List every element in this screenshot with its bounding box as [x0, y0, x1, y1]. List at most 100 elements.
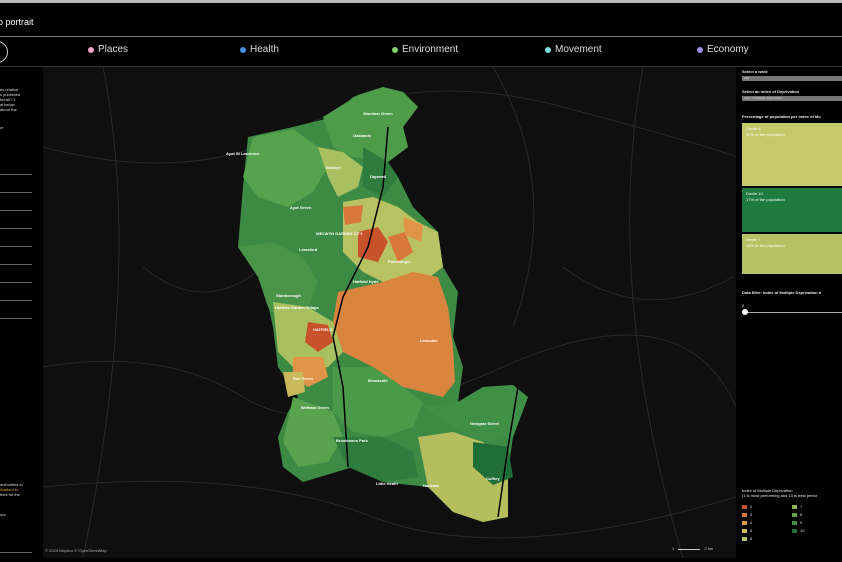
legend-label: 2 [750, 504, 753, 509]
decile-bar[interactable]: Decile 10 17% of the population [742, 188, 842, 232]
economy-dot-icon [697, 46, 703, 53]
legend-swatch [792, 504, 797, 509]
legend-item: 7 [792, 504, 802, 509]
tab-movement[interactable]: Movement [545, 44, 602, 55]
tab-economy-label: Economy [707, 44, 749, 55]
tab-places-label: Places [98, 44, 129, 55]
decile-slider-handle[interactable] [742, 309, 748, 315]
slider-min-label: 2 [742, 303, 745, 308]
legend-item: 4 [742, 520, 752, 525]
places-dot-icon [88, 46, 94, 53]
app-header: o portrait [0, 0, 842, 37]
ward-select-label: Select a ward [742, 69, 768, 74]
decile-bar-label: Decile 10 [746, 191, 763, 196]
decile-bar-sub: 15% of the population [746, 243, 785, 248]
legend-label: 9 [800, 520, 803, 525]
tab-economy[interactable]: Economy [697, 44, 749, 55]
topic-nav: Places Health Environment Movement Econo… [0, 38, 842, 67]
place-label: HATFIELD [313, 327, 333, 332]
divider [0, 210, 32, 211]
left-info-panel: es relative s published break? 1 al belo… [0, 67, 42, 562]
map-canvas[interactable]: Woolmer Green Oaklands Ayot St Lawrence … [43, 67, 736, 558]
ward-select[interactable]: (all) [742, 76, 842, 81]
legend-label: 10 [800, 528, 805, 533]
place-label: Roe Green [293, 376, 314, 381]
legend-item: 9 [792, 520, 802, 525]
decile-bar-label: Decile 7 [746, 237, 761, 242]
legend-label: 7 [800, 504, 803, 509]
tab-health[interactable]: Health [240, 44, 279, 55]
legend-swatch [742, 528, 747, 533]
scale-right-label: 2 km [704, 546, 714, 551]
legend-label: 5 [750, 528, 753, 533]
place-label: Newgate Street [470, 421, 500, 426]
scale-left-label: 1 [672, 546, 675, 551]
app-title: o portrait [0, 17, 34, 27]
divider [0, 192, 32, 193]
place-label: Lemsden [420, 338, 438, 343]
place-label: Brookside [368, 378, 388, 383]
legend-item: 6 [742, 536, 752, 541]
decile-bar[interactable]: Decile 8 32% of the population [742, 123, 842, 186]
place-label: Northaw [423, 483, 440, 488]
legend-swatch [792, 512, 797, 517]
place-label: Cuffley [486, 476, 500, 481]
divider [0, 264, 32, 265]
place-label: Digswell [370, 174, 386, 179]
divider [0, 174, 32, 175]
legend-label: 3 [750, 512, 753, 517]
index-select-label: Select an Index of Deprivation [742, 89, 800, 94]
place-label: Oaklands [353, 133, 372, 138]
tab-health-label: Health [250, 44, 279, 55]
place-label: Stanborough [276, 293, 301, 298]
divider [0, 282, 32, 283]
intro-line: about the [0, 107, 17, 112]
home-button[interactable] [0, 41, 8, 63]
slider-label: Data filter: Index of Multiple Deprivati… [742, 290, 822, 295]
place-label: Woolmer Green [363, 111, 393, 116]
legend-label: 4 [750, 520, 753, 525]
tab-environment[interactable]: Environment [392, 44, 458, 55]
legend-swatch [742, 504, 747, 509]
right-filter-panel: Select a ward (all) Select an Index of D… [740, 67, 842, 562]
legend-item: 8 [792, 512, 802, 517]
area-wgc-decile-3b[interactable] [343, 205, 363, 225]
scale-bar [678, 549, 701, 550]
legend-item: 2 [742, 504, 752, 509]
footnote-line: tries for the [0, 492, 21, 497]
decile-slider-track[interactable] [742, 312, 842, 313]
divider [0, 246, 32, 247]
legend-swatch [792, 528, 797, 533]
legend-label: 8 [800, 512, 803, 517]
legend-swatch [792, 520, 797, 525]
map-scale: 1 2 km [672, 546, 713, 551]
place-label: Ayot St Lawrence [226, 151, 260, 156]
place-label: Little Heath [376, 481, 398, 486]
decile-bar-label: Decile 8 [746, 126, 761, 131]
choropleth-map[interactable]: Woolmer Green Oaklands Ayot St Lawrence … [43, 67, 736, 558]
place-label: Welham Green [301, 405, 329, 410]
footnote-line: our [0, 512, 6, 517]
percentage-chart-label: Percentage of population per Index of Mu [742, 114, 821, 119]
legend-swatch [742, 520, 747, 525]
intro-line: cr [0, 125, 4, 130]
movement-dot-icon [545, 46, 551, 53]
divider [0, 300, 32, 301]
divider [0, 228, 32, 229]
tab-environment-label: Environment [402, 44, 459, 55]
place-label: Hatfield Hyde [353, 279, 379, 284]
decile-bar[interactable]: Decile 7 15% of the population [742, 234, 842, 274]
legend-swatch [742, 512, 747, 517]
legend-item: 5 [742, 528, 752, 533]
divider [0, 552, 32, 553]
health-dot-icon [240, 46, 246, 53]
tab-places[interactable]: Places [88, 44, 128, 55]
index-select[interactable]: Index of Multiple Deprivation [742, 96, 842, 101]
place-label: WELWYN GARDEN CITY [316, 231, 363, 236]
place-label: Ayot Green [290, 205, 312, 210]
legend-subtitle: (1 is most performing and 10 is best per… [742, 493, 818, 498]
place-label: Welwyn [326, 165, 341, 170]
place-label: Brookmans Park [336, 438, 369, 443]
place-label: Lemsford [299, 247, 318, 252]
map-attribution[interactable]: © 2024 Mapbox © OpenStreetMap [45, 548, 107, 553]
